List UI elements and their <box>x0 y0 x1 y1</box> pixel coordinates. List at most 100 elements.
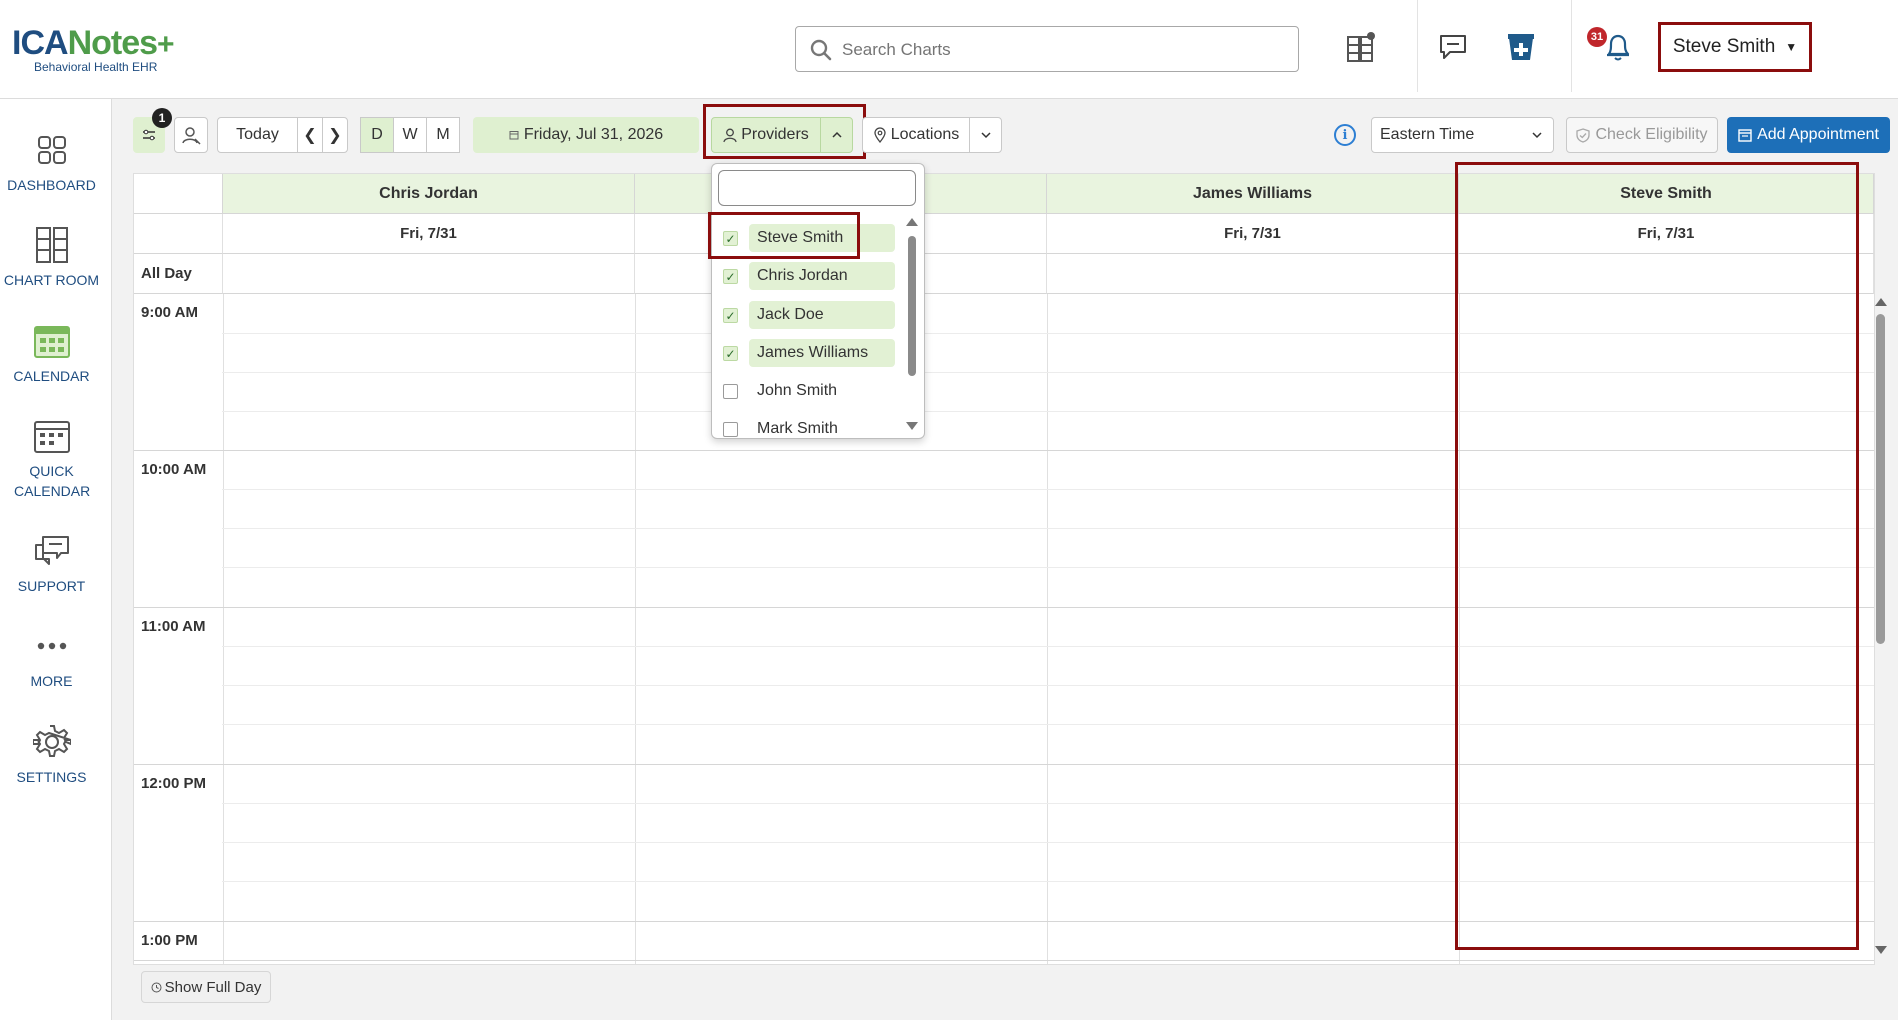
add-appointment-button[interactable]: Add Appointment <box>1727 117 1890 153</box>
slot-divider <box>222 881 1874 882</box>
dropdown-scrollbar[interactable] <box>905 216 919 432</box>
slot-divider <box>222 528 1874 529</box>
scroll-up-arrow-icon[interactable] <box>1875 298 1887 306</box>
provider-option[interactable]: ✓ Chris Jordan <box>712 258 902 294</box>
checkbox-checked[interactable]: ✓ <box>723 231 738 246</box>
provider-option-label: Mark Smith <box>757 420 838 437</box>
slot-divider <box>222 333 1874 334</box>
all-day-cell[interactable] <box>1459 254 1874 294</box>
chart-cabinet-icon[interactable] <box>1338 24 1384 70</box>
view-week-button[interactable]: W <box>393 117 427 153</box>
shield-check-icon <box>1576 127 1591 143</box>
provider-column-header[interactable]: Steve Smith <box>1459 174 1874 214</box>
messages-icon[interactable] <box>1430 24 1476 70</box>
check-eligibility-button[interactable]: Check Eligibility <box>1566 117 1718 153</box>
locations-dropdown-toggle[interactable] <box>969 117 1002 153</box>
chevron-down-icon <box>980 132 991 139</box>
search-charts[interactable] <box>795 26 1299 72</box>
show-full-day-label: Show Full Day <box>164 978 262 996</box>
sidebar-item-label: MORE <box>30 673 73 689</box>
filter-sliders-icon <box>143 129 155 141</box>
time-column-date-spacer <box>134 214 223 254</box>
providers-highlight-box <box>703 104 866 159</box>
checkbox-unchecked[interactable] <box>723 384 738 399</box>
provider-column-header[interactable]: James Williams <box>1047 174 1459 214</box>
header-divider <box>1417 0 1418 92</box>
provider-option-label: James Williams <box>749 339 895 367</box>
checkbox-unchecked[interactable] <box>723 422 738 437</box>
logo-notes-text: Notes <box>67 24 158 62</box>
sidebar-item-settings[interactable]: SETTINGS <box>0 721 103 787</box>
all-day-cell[interactable] <box>1047 254 1459 294</box>
patient-view-button[interactable] <box>174 117 208 153</box>
timezone-value: Eastern Time <box>1380 126 1475 143</box>
sidebar-nav: DASHBOARD CHART ROOM CALENDAR QUICK CALE… <box>0 99 112 1020</box>
time-label: 10:00 AM <box>141 461 207 478</box>
view-day-button[interactable]: D <box>360 117 394 153</box>
grid-bottom-border <box>134 960 1874 961</box>
provider-option-label: Steve Smith <box>749 224 895 252</box>
notification-count-badge: 31 <box>1587 27 1607 47</box>
dashboard-icon <box>0 129 103 171</box>
scroll-down-arrow-icon[interactable] <box>906 422 918 430</box>
view-month-button[interactable]: M <box>426 117 460 153</box>
previous-day-button[interactable]: ❮ <box>297 117 323 153</box>
today-button[interactable]: Today <box>217 117 298 153</box>
medication-icon[interactable] <box>1498 24 1544 70</box>
sidebar-item-quick-calendar[interactable]: QUICK CALENDAR <box>0 415 103 501</box>
provider-column-header[interactable]: Chris Jordan <box>223 174 635 214</box>
time-label: 9:00 AM <box>141 304 198 321</box>
provider-option[interactable]: ✓ Steve Smith <box>712 220 902 256</box>
settings-icon <box>0 721 103 763</box>
scroll-down-arrow-icon[interactable] <box>1875 946 1887 954</box>
logo-ica-text: ICA <box>12 24 69 62</box>
calendar-scrollbar[interactable] <box>1873 290 1887 960</box>
hour-divider <box>134 607 1874 608</box>
locations-filter-button[interactable]: Locations <box>862 117 970 153</box>
sidebar-item-more[interactable]: MORE <box>0 625 103 691</box>
providers-search-input[interactable] <box>718 170 916 206</box>
icanotes-logo[interactable]: ICANotes+ Behavioral Health EHR <box>12 24 175 74</box>
scrollbar-thumb[interactable] <box>1876 314 1885 644</box>
timezone-select[interactable]: Eastern Time <box>1371 117 1554 153</box>
provider-option[interactable]: ✓ James Williams <box>712 335 902 371</box>
top-header: ICANotes+ Behavioral Health EHR 31 Steve… <box>0 0 1898 99</box>
time-label: 12:00 PM <box>141 775 207 792</box>
calendar-grid: Chris Jordan James Williams Steve Smith … <box>133 173 1875 965</box>
date-picker-button[interactable]: Friday, Jul 31, 2026 <box>473 117 699 153</box>
location-pin-icon <box>874 127 886 143</box>
provider-option[interactable]: Mark Smith <box>712 411 902 438</box>
show-full-day-button[interactable]: Show Full Day <box>141 971 271 1003</box>
hour-divider <box>134 921 1874 922</box>
provider-option[interactable]: ✓ Jack Doe <box>712 297 902 333</box>
sidebar-item-calendar[interactable]: CALENDAR <box>0 320 103 386</box>
checkbox-checked[interactable]: ✓ <box>723 269 738 284</box>
sidebar-item-label: DASHBOARD <box>7 177 96 193</box>
checkbox-checked[interactable]: ✓ <box>723 308 738 323</box>
time-column-header <box>134 174 223 214</box>
logo-wordmark: ICANotes+ <box>12 24 175 64</box>
all-day-cell[interactable] <box>223 254 635 294</box>
next-day-button[interactable]: ❯ <box>322 117 348 153</box>
sidebar-item-chart-room[interactable]: CHART ROOM <box>0 224 103 290</box>
scrollbar-thumb[interactable] <box>908 236 916 376</box>
search-input[interactable] <box>840 35 1284 65</box>
column-divider <box>1459 294 1460 964</box>
sidebar-item-support[interactable]: SUPPORT <box>0 530 103 596</box>
sidebar-item-dashboard[interactable]: DASHBOARD <box>0 129 103 195</box>
all-day-label: All Day <box>141 265 192 282</box>
view-mode-toggle: D W M <box>360 117 460 153</box>
clock-icon <box>151 982 162 992</box>
scroll-up-arrow-icon[interactable] <box>906 218 918 226</box>
info-icon[interactable]: i <box>1334 124 1356 146</box>
user-menu-button[interactable]: Steve Smith ▼ <box>1658 22 1812 72</box>
quick-calendar-icon <box>0 415 103 457</box>
more-icon <box>0 625 103 667</box>
current-date: Friday, Jul 31, 2026 <box>523 126 664 143</box>
locations-label: Locations <box>890 126 960 143</box>
slot-divider <box>222 842 1874 843</box>
provider-option[interactable]: John Smith <box>712 373 902 409</box>
column-date: Fri, 7/31 <box>223 214 635 254</box>
logo-subtitle: Behavioral Health EHR <box>34 60 158 74</box>
checkbox-checked[interactable]: ✓ <box>723 346 738 361</box>
